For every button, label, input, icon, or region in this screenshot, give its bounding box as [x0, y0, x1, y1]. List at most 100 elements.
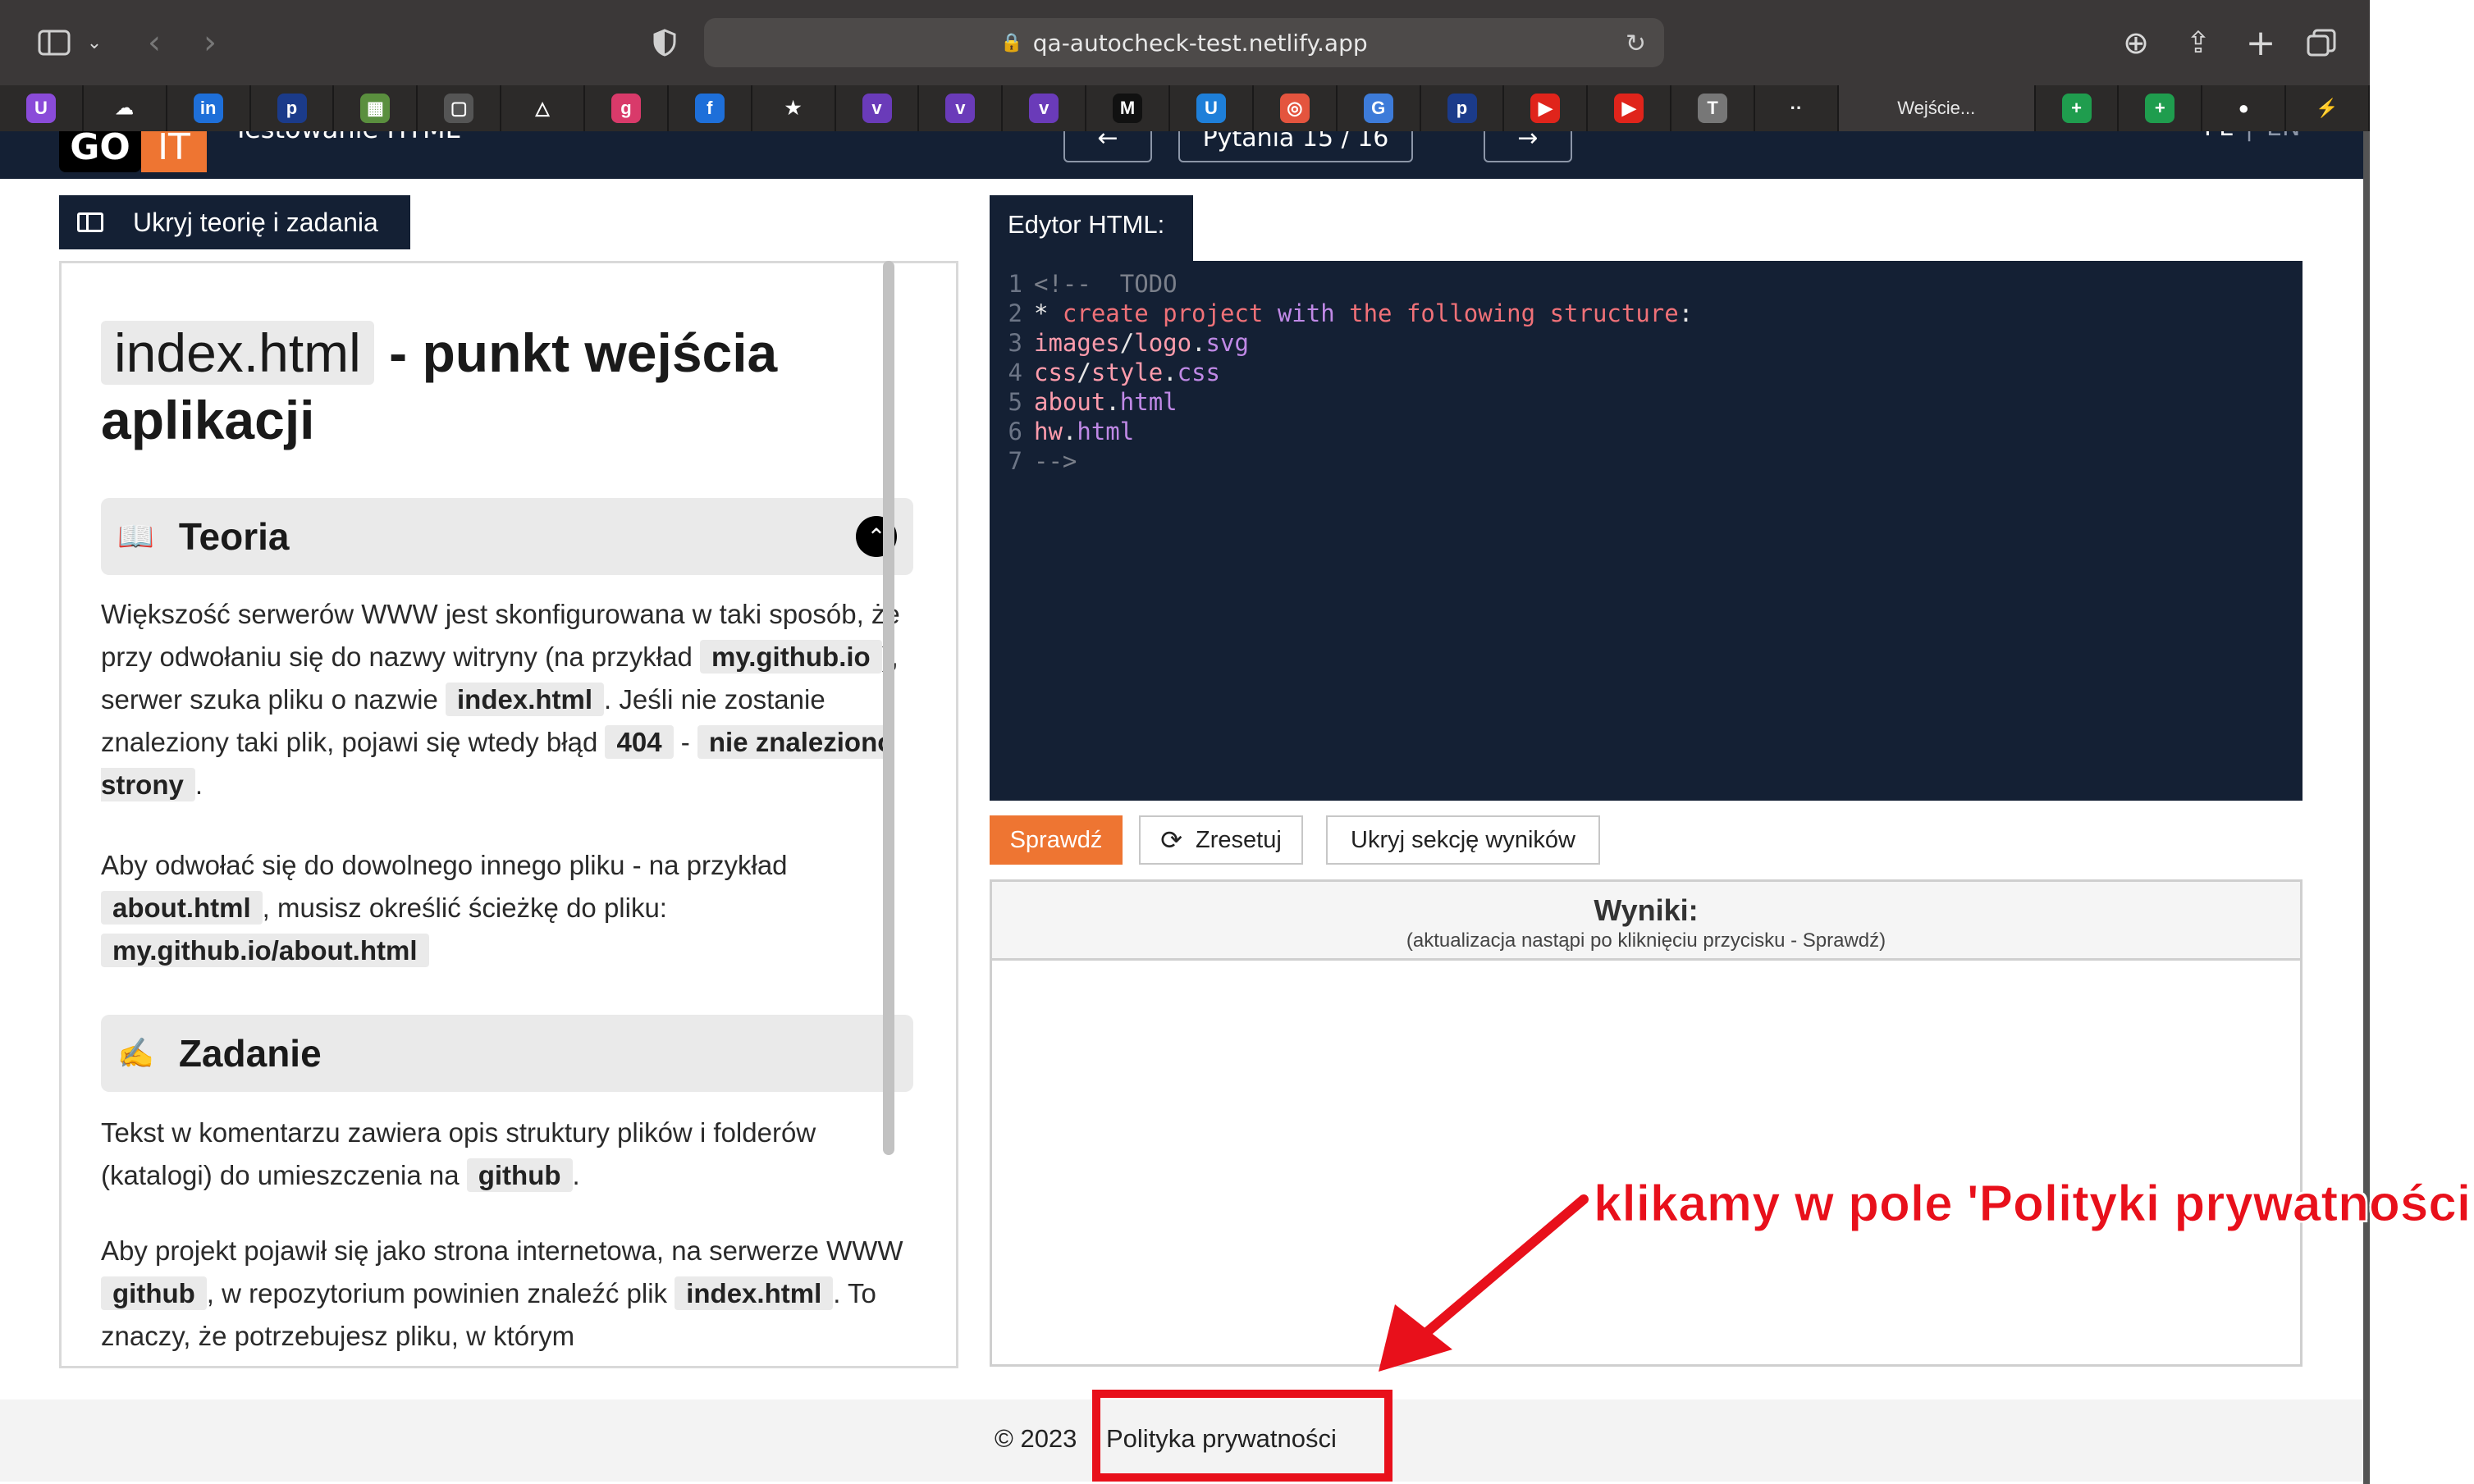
bookmark-tab-12[interactable]: v	[1003, 85, 1087, 131]
lesson-title: index.html - punkt wejścia aplikacji	[101, 319, 913, 454]
shield-icon[interactable]	[648, 18, 681, 67]
bookmark-tab-14[interactable]: U	[1170, 85, 1254, 131]
line-number: 3	[1008, 329, 1022, 357]
bookmark-tab-8[interactable]: f	[669, 85, 752, 131]
bookmark-tab-9[interactable]: ★	[752, 85, 836, 131]
refresh-icon: ⟳	[1160, 825, 1183, 855]
bookmark-favicon-icon: g	[610, 94, 641, 123]
bookmark-tab-after-2[interactable]: ●	[2202, 85, 2287, 131]
writing-hand-icon: ✍	[117, 1036, 154, 1070]
new-tab-icon[interactable]: +	[2240, 18, 2281, 67]
editor-line[interactable]: 5 about.html	[990, 387, 2303, 417]
share-icon[interactable]: ⇪	[2178, 18, 2219, 67]
editor-line[interactable]: 4 css/style.css	[990, 358, 2303, 387]
bookmark-favicon-icon: ▢	[444, 94, 474, 123]
lang-en[interactable]: EN	[2266, 131, 2300, 142]
hide-results-button[interactable]: Ukryj sekcję wyników	[1326, 815, 1600, 865]
lock-icon: 🔒	[1000, 32, 1023, 53]
bookmark-tab-20[interactable]: T	[1671, 85, 1756, 131]
bookmark-tab-6[interactable]: △	[501, 85, 586, 131]
theory-header[interactable]: 📖 Teoria ⌃	[101, 498, 913, 575]
back-icon[interactable]: ‹	[138, 18, 171, 67]
editor-line[interactable]: 3 images/logo.svg	[990, 328, 2303, 358]
bookmark-tab-18[interactable]: ▶	[1504, 85, 1589, 131]
prev-question-button[interactable]: ←	[1063, 131, 1152, 162]
title-code: index.html	[101, 321, 374, 385]
theory-heading: Teoria	[178, 515, 290, 558]
task-header[interactable]: ✍ Zadanie	[101, 1015, 913, 1092]
lang-pl[interactable]: PL	[2204, 131, 2233, 142]
bookmark-tab-after-1[interactable]: +	[2119, 85, 2203, 131]
forward-icon[interactable]: ›	[194, 18, 226, 67]
book-panel-icon	[77, 212, 103, 232]
bookmark-favicon-icon: f	[694, 94, 725, 123]
inline-code: github	[466, 1158, 573, 1192]
editor-line[interactable]: 1 <!-- TODO	[990, 269, 2303, 299]
inline-code: github	[101, 1276, 207, 1310]
bookmark-tab-10[interactable]: v	[836, 85, 920, 131]
html-editor[interactable]: 1 <!-- TODO 2 * create project with the fol…	[990, 261, 2303, 801]
editor-line[interactable]: 7 -->	[990, 446, 2303, 476]
bookmark-tab-1[interactable]: ☁	[84, 85, 167, 131]
code-text: -->	[1034, 447, 1077, 475]
bookmark-tab-0[interactable]: U	[0, 85, 84, 131]
bookmark-tab-15[interactable]: ◎	[1254, 85, 1338, 131]
page-scrollbar[interactable]	[2363, 131, 2370, 1484]
address-bar[interactable]: 🔒 qa-autocheck-test.netlify.app ↻	[704, 18, 1664, 67]
bookmark-tab-after-3[interactable]: ⚡	[2286, 85, 2371, 131]
task-paragraph-2: Aby projekt pojawił się jako strona inte…	[101, 1235, 903, 1351]
code-text: about.html	[1034, 388, 1178, 416]
editor-tab[interactable]: Edytor HTML:	[990, 195, 1193, 263]
bookmark-favicon-icon: ★	[778, 94, 808, 123]
bookmark-favicon-icon: U	[1196, 94, 1226, 123]
inline-code: my.github.io/about.html	[101, 934, 429, 967]
bookmark-favicon-icon: ▶	[1530, 94, 1561, 123]
bookmark-favicon-icon: ▦	[360, 94, 391, 123]
results-header: Wyniki: (aktualizacja nastąpi po kliknię…	[992, 882, 2300, 961]
check-button[interactable]: Sprawdź	[990, 815, 1123, 865]
theory-paragraph-1: Większość serwerów WWW jest skonfigurowa…	[101, 599, 900, 801]
editor-line[interactable]: 2 * create project with the following str…	[990, 299, 2303, 328]
code-text: <!-- TODO	[1034, 270, 1178, 298]
bookmark-tab-4[interactable]: ▦	[334, 85, 418, 131]
bookmark-favicon-icon: ☁	[109, 94, 139, 123]
bookmark-favicon-icon: T	[1698, 94, 1728, 123]
bookmark-favicon-icon: p	[1447, 94, 1477, 123]
browser-toolbar: ⌄ ‹ › 🔒 qa-autocheck-test.netlify.app ↻ …	[0, 0, 2370, 85]
bookmark-favicon-icon: U	[25, 94, 56, 123]
bookmark-favicon-icon: ⚡	[2312, 94, 2343, 123]
next-question-button[interactable]: →	[1484, 131, 1572, 162]
results-panel: Wyniki: (aktualizacja nastąpi po kliknię…	[990, 879, 2303, 1367]
editor-line[interactable]: 6 hw.html	[990, 417, 2303, 446]
sidebar-toggle-icon[interactable]	[30, 18, 79, 67]
hide-theory-button[interactable]: Ukryj teorię i zadania	[59, 195, 410, 249]
bookmark-tab-16[interactable]: G	[1338, 85, 1421, 131]
bookmark-favicon-icon: +	[2145, 94, 2175, 123]
url-text: qa-autocheck-test.netlify.app	[1032, 29, 1368, 57]
chevron-down-icon[interactable]: ⌄	[82, 18, 107, 67]
bookmark-favicon-icon: v	[1029, 94, 1059, 123]
bookmark-favicon-icon: p	[277, 94, 307, 123]
annotation-highlight-box	[1092, 1390, 1392, 1482]
annotation-arrow-icon	[1379, 1194, 1589, 1372]
bookmark-tab-2[interactable]: in	[167, 85, 251, 131]
bookmark-tab-11[interactable]: v	[919, 85, 1004, 131]
bookmark-tab-5[interactable]: ▢	[418, 85, 502, 131]
download-icon[interactable]: ⊕	[2115, 18, 2156, 67]
bookmark-tab-17[interactable]: p	[1421, 85, 1505, 131]
bookmark-tab-13[interactable]: M	[1086, 85, 1171, 131]
bookmark-tab-3[interactable]: p	[251, 85, 335, 131]
reload-icon[interactable]: ↻	[1626, 30, 1646, 58]
code-text: images/logo.svg	[1034, 329, 1249, 357]
bookmark-favicon-icon: G	[1363, 94, 1393, 123]
code-text: css/style.css	[1034, 358, 1221, 386]
theory-scrollbar[interactable]	[883, 261, 894, 1155]
bookmark-tab-21[interactable]: ··	[1755, 85, 1839, 131]
tabs-overview-icon[interactable]	[2301, 18, 2342, 67]
bookmark-tab-after-0[interactable]: +	[2036, 85, 2120, 131]
bookmark-tab-7[interactable]: g	[585, 85, 669, 131]
reset-button[interactable]: ⟳ Zresetuj	[1139, 815, 1303, 865]
active-tab[interactable]: Wejście...	[1838, 85, 2036, 131]
bookmark-tab-19[interactable]: ▶	[1588, 85, 1672, 131]
bookmark-favicon-icon: v	[862, 94, 892, 123]
